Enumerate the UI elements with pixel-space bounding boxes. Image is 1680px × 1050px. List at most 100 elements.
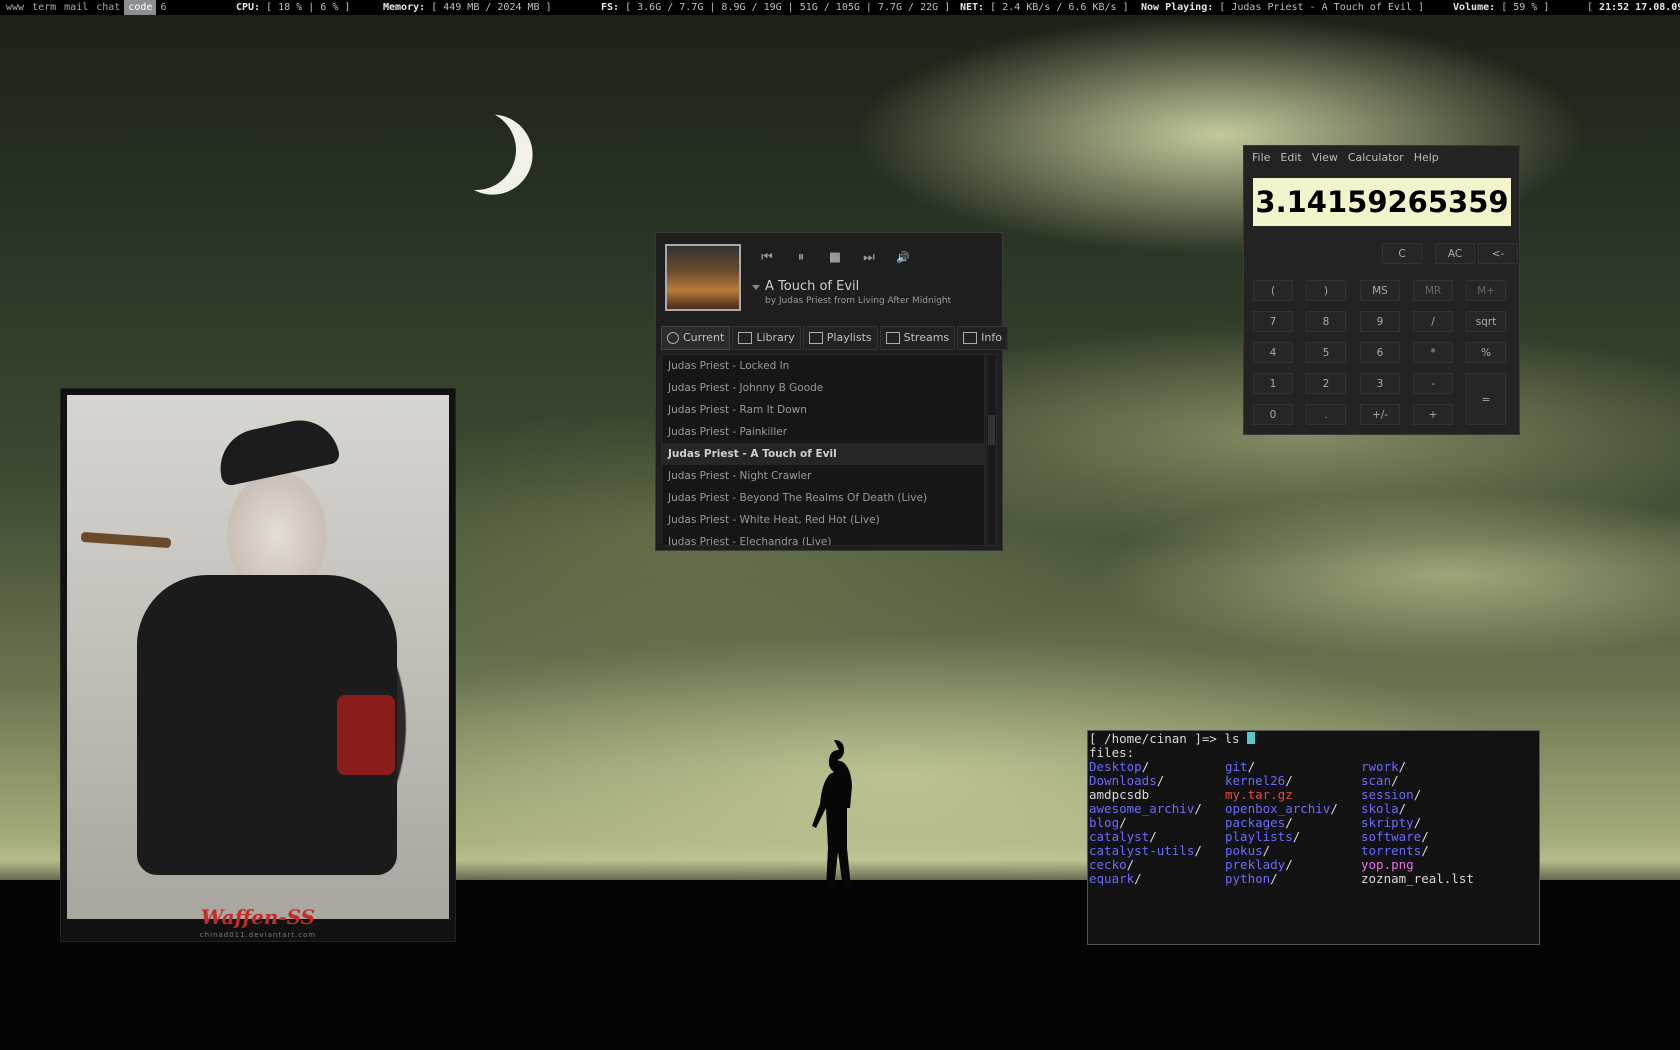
playlist-item[interactable]: Judas Priest - Elechandra (Live) xyxy=(662,531,984,545)
playlist-item[interactable]: Judas Priest - Beyond The Realms Of Deat… xyxy=(662,487,984,509)
subtract-button[interactable]: - xyxy=(1413,373,1453,394)
calc-menubar: File Edit View Calculator Help xyxy=(1252,151,1439,164)
file-entry: session/ xyxy=(1361,787,1422,802)
track-title: A Touch of Evil xyxy=(765,279,860,294)
poster-window[interactable]: Waffen-SS chinad011.deviantart.com xyxy=(60,388,456,942)
calculator-window[interactable]: File Edit View Calculator Help 3.1415926… xyxy=(1243,145,1520,435)
playlist-item[interactable]: Judas Priest - Locked In xyxy=(662,355,984,377)
playlist-item-current[interactable]: Judas Priest - A Touch of Evil xyxy=(662,443,984,465)
file-entry: software/ xyxy=(1361,829,1429,844)
key-9[interactable]: 9 xyxy=(1360,311,1400,332)
decimal-button[interactable]: . xyxy=(1306,404,1346,425)
sqrt-button[interactable]: sqrt xyxy=(1466,311,1506,332)
terminal-window[interactable]: [ /home/cinan ]=> ls files: Desktop/ Dow… xyxy=(1087,730,1540,945)
now-playing: Now Playing: [ Judas Priest - A Touch of… xyxy=(1141,2,1424,13)
key-2[interactable]: 2 xyxy=(1306,373,1346,394)
album-art xyxy=(665,244,741,311)
playlist-item[interactable]: Judas Priest - White Heat, Red Hot (Live… xyxy=(662,509,984,531)
multiply-button[interactable]: * xyxy=(1413,342,1453,363)
key-5[interactable]: 5 xyxy=(1306,342,1346,363)
fs-monitor: FS: [ 3.6G / 7.7G | 8.9G / 19G | 51G / 1… xyxy=(601,2,951,13)
memory-store-button[interactable]: MS xyxy=(1360,280,1400,301)
volume-button[interactable]: 🔊 xyxy=(892,247,914,269)
memory-recall-button[interactable]: MR xyxy=(1413,280,1453,301)
file-entry: catalyst/ xyxy=(1089,829,1157,844)
tag-www[interactable]: www xyxy=(2,0,28,15)
clock: [ 21:52 17.08.09 xyxy=(1587,2,1680,13)
menu-file[interactable]: File xyxy=(1252,151,1270,164)
tag-6[interactable]: 6 xyxy=(156,0,170,15)
key-4[interactable]: 4 xyxy=(1253,342,1293,363)
cap-shape xyxy=(213,413,341,487)
menu-edit[interactable]: Edit xyxy=(1280,151,1301,164)
tab-library[interactable]: Library xyxy=(732,326,801,350)
file-entry: scan/ xyxy=(1361,773,1399,788)
file-entry: pokus/ xyxy=(1225,843,1271,858)
playlist-item[interactable]: Judas Priest - Painkiller xyxy=(662,421,984,443)
key-8[interactable]: 8 xyxy=(1306,311,1346,332)
playlist-item[interactable]: Judas Priest - Night Crawler xyxy=(662,465,984,487)
tab-streams[interactable]: Streams xyxy=(879,326,956,350)
key-6[interactable]: 6 xyxy=(1360,342,1400,363)
add-button[interactable]: + xyxy=(1413,404,1453,425)
volume-indicator[interactable]: Volume: [ 59 % ] xyxy=(1453,0,1549,15)
clear-button[interactable]: C xyxy=(1382,243,1422,264)
open-paren-button[interactable]: ( xyxy=(1253,280,1293,301)
divide-button[interactable]: / xyxy=(1413,311,1453,332)
key-3[interactable]: 3 xyxy=(1360,373,1400,394)
volume-icon: 🔊 xyxy=(896,251,910,264)
memory-add-button[interactable]: M+ xyxy=(1466,280,1506,301)
pause-icon: ⏸ xyxy=(797,250,805,265)
terminal-prompt-line: [ /home/cinan ]=> ls xyxy=(1089,732,1256,746)
negate-button[interactable]: +/- xyxy=(1360,404,1400,425)
close-paren-button[interactable]: ) xyxy=(1306,280,1346,301)
tab-playlists[interactable]: Playlists xyxy=(802,326,878,350)
file-column-3: rwork/ scan/ session/ skola/ skripty/ so… xyxy=(1361,760,1474,886)
poster-photo xyxy=(67,395,449,919)
playlist-item[interactable]: Judas Priest - Ram It Down xyxy=(662,399,984,421)
tag-chat[interactable]: chat xyxy=(92,0,124,15)
dropdown-triangle-icon[interactable] xyxy=(752,285,760,290)
file-entry: yop.png xyxy=(1361,857,1414,872)
streams-icon xyxy=(885,332,900,344)
poster-credit: chinad011.deviantart.com xyxy=(199,931,317,939)
track-subtitle: by Judas Priest from Living After Midnig… xyxy=(765,296,952,306)
percent-button[interactable]: % xyxy=(1466,342,1506,363)
backspace-button[interactable]: <- xyxy=(1478,243,1518,264)
file-column-1: Desktop/ Downloads/ amdpcsdb awesome_arc… xyxy=(1089,760,1202,886)
next-track-button[interactable]: ⏭ xyxy=(858,247,880,269)
tab-info[interactable]: Info xyxy=(957,326,1008,350)
tag-mail[interactable]: mail xyxy=(60,0,92,15)
scrollbar-thumb[interactable] xyxy=(988,415,995,445)
key-0[interactable]: 0 xyxy=(1253,404,1293,425)
file-entry: my.tar.gz xyxy=(1225,787,1293,802)
file-entry: Desktop/ xyxy=(1089,759,1150,774)
menu-view[interactable]: View xyxy=(1312,151,1338,164)
playlist-scrollbar[interactable] xyxy=(986,354,997,546)
key-1[interactable]: 1 xyxy=(1253,373,1293,394)
tab-current[interactable]: Current xyxy=(661,326,731,350)
stop-button[interactable]: ■ xyxy=(824,247,846,269)
equals-button[interactable]: = xyxy=(1466,373,1506,425)
files-header: files: xyxy=(1089,745,1135,760)
file-entry: rwork/ xyxy=(1361,759,1407,774)
all-clear-button[interactable]: AC xyxy=(1435,243,1475,264)
file-entry: catalyst-utils/ xyxy=(1089,843,1202,858)
armband-shape xyxy=(337,695,395,775)
pause-button[interactable]: ⏸ xyxy=(790,247,812,269)
key-7[interactable]: 7 xyxy=(1253,311,1293,332)
tag-term[interactable]: term xyxy=(28,0,60,15)
file-column-2: git/ kernel26/ my.tar.gz openbox_archiv/… xyxy=(1225,760,1338,886)
next-icon: ⏭ xyxy=(863,250,875,265)
file-entry: python/ xyxy=(1225,871,1278,886)
menu-calculator[interactable]: Calculator xyxy=(1348,151,1404,164)
previous-track-button[interactable]: ⏮ xyxy=(756,247,778,269)
menu-help[interactable]: Help xyxy=(1414,151,1439,164)
tag-code[interactable]: code xyxy=(124,0,157,15)
playlist-item[interactable]: Judas Priest - Johnny B Goode xyxy=(662,377,984,399)
file-entry: Downloads/ xyxy=(1089,773,1165,788)
file-entry: awesome_archiv/ xyxy=(1089,801,1202,816)
file-entry: equark/ xyxy=(1089,871,1142,886)
music-player-window[interactable]: ⏮ ⏸ ■ ⏭ 🔊 A Touch of Evil by Judas Pries… xyxy=(655,232,1008,551)
playlists-icon xyxy=(808,332,823,344)
